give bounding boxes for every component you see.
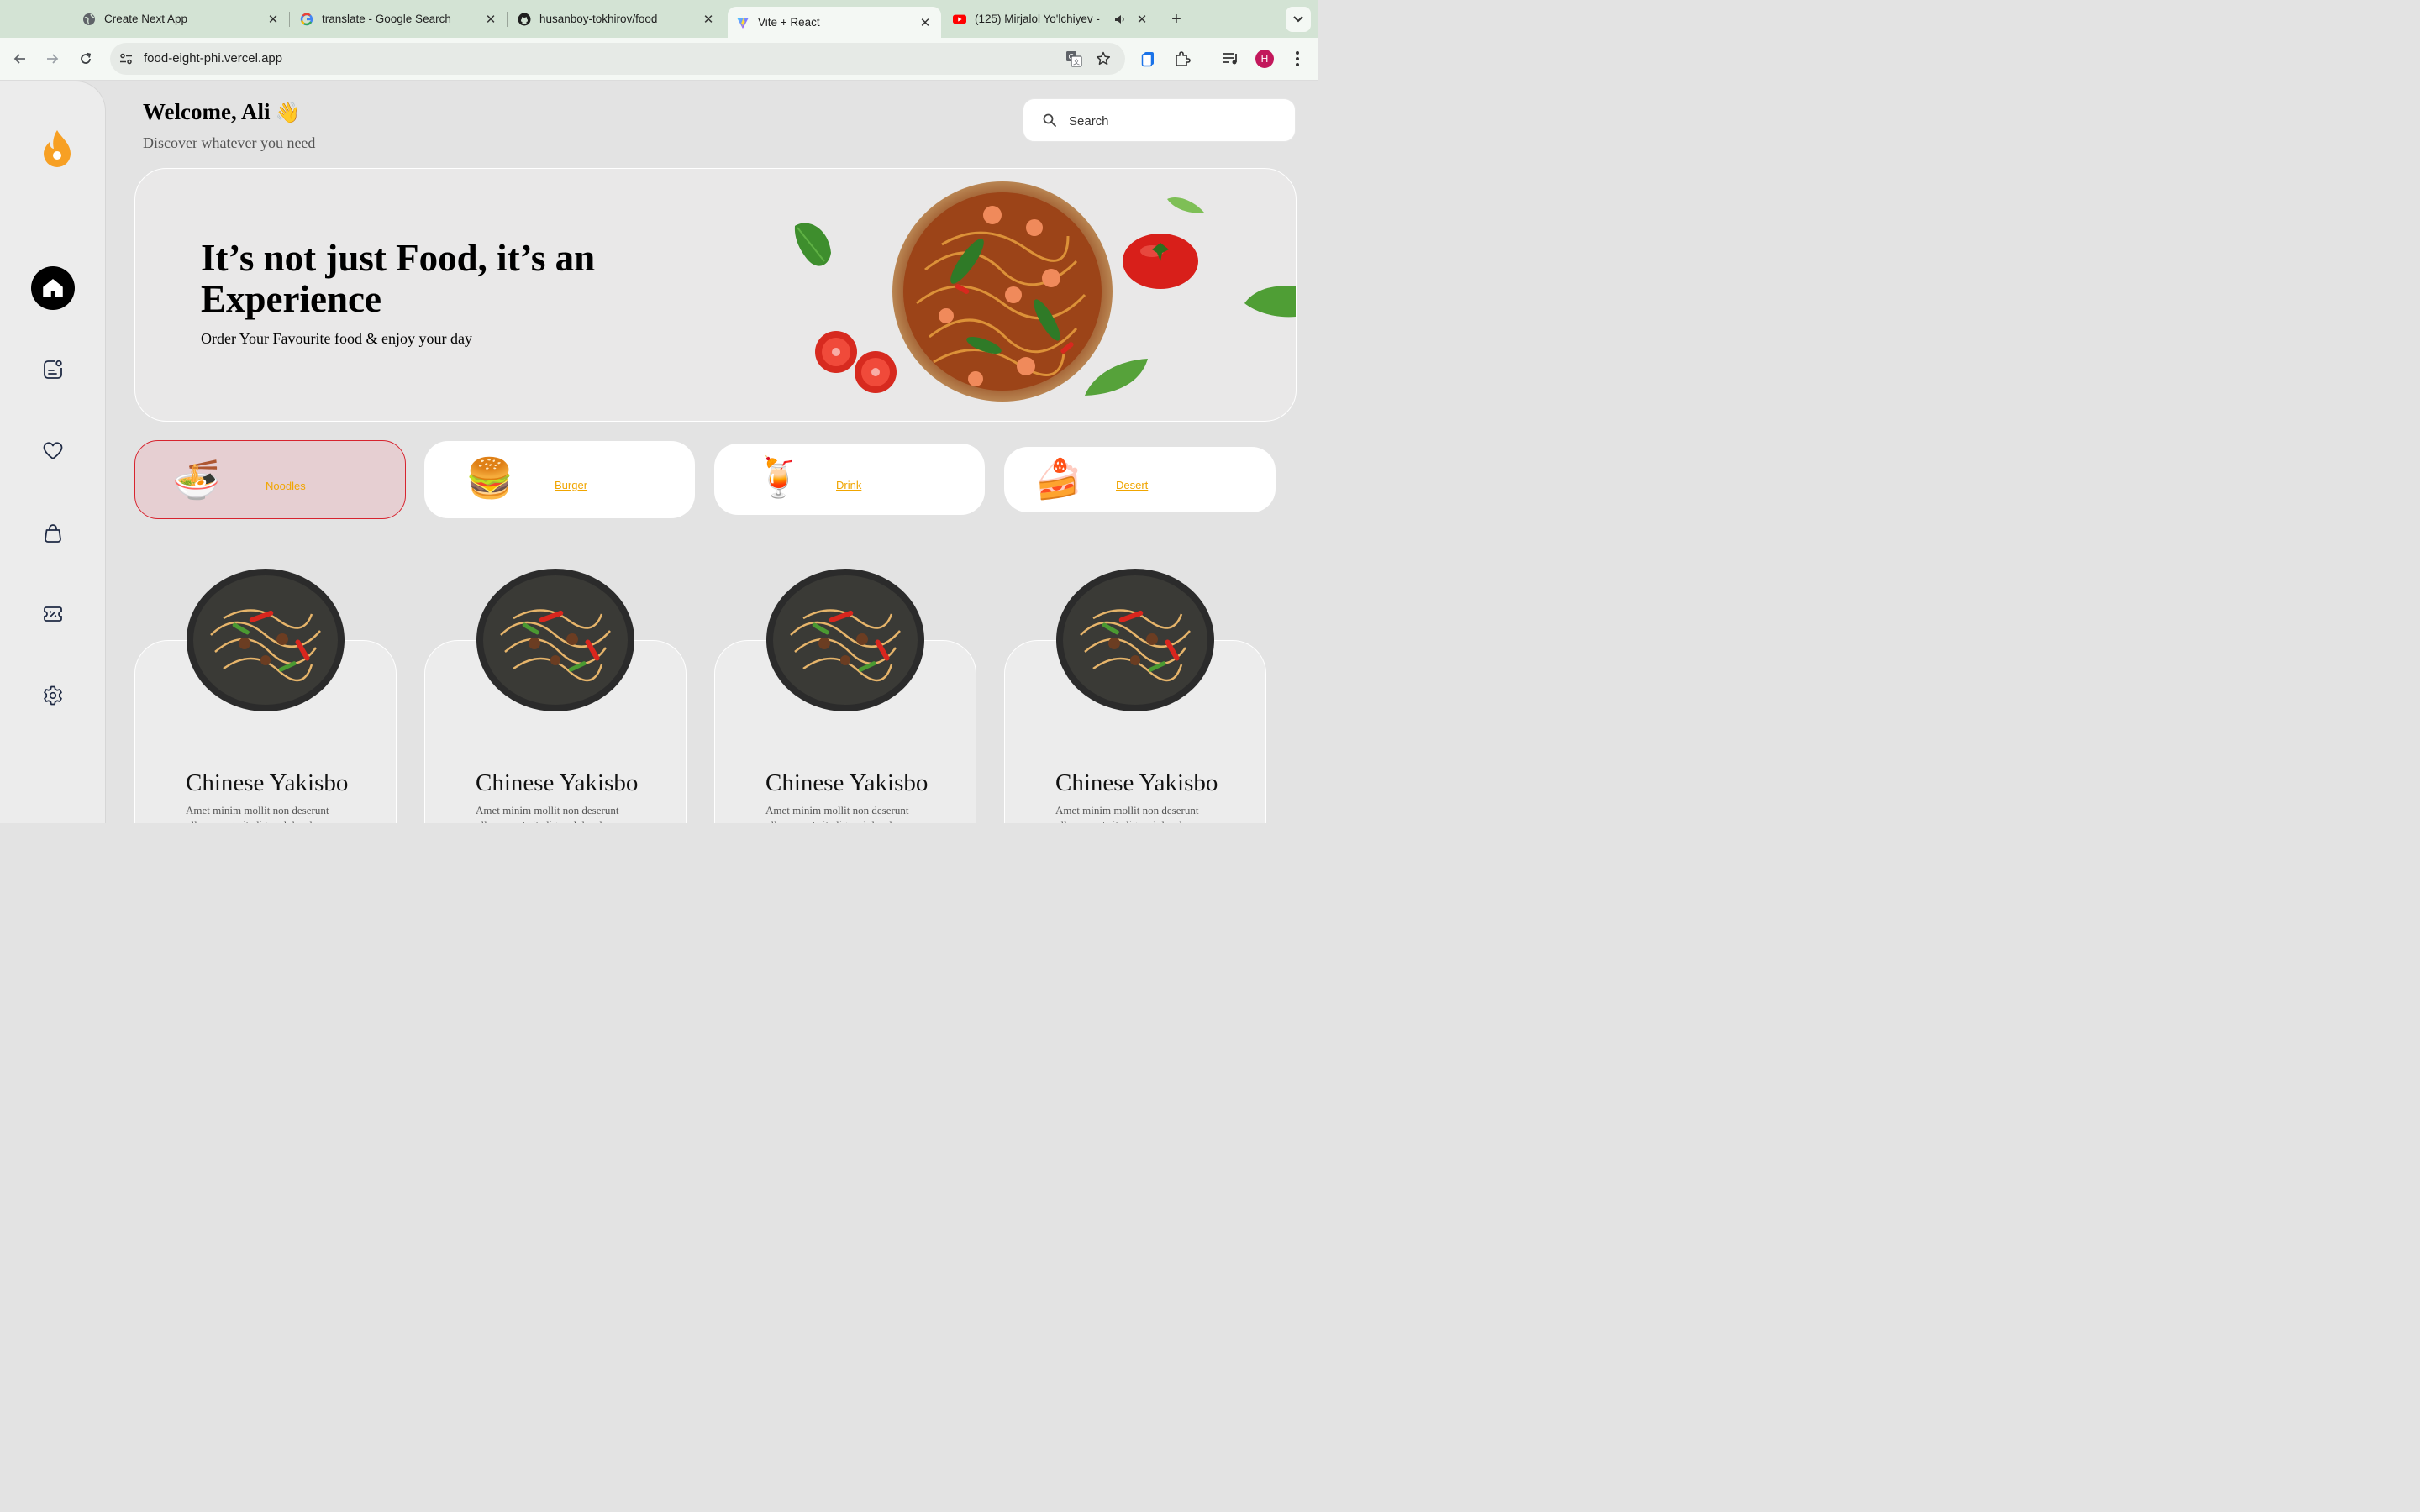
sidebar <box>0 81 106 823</box>
category-noodles[interactable]: 🍜 Noodles <box>134 440 406 519</box>
browser-tab-strip: Create Next App ✕ translate - Google Sea… <box>0 0 1318 38</box>
url-text: food-eight-phi.vercel.app <box>144 51 283 66</box>
product-title: Chinese Yakisbo <box>1055 769 1218 796</box>
category-label[interactable]: Burger <box>555 479 587 491</box>
tab-divider <box>289 12 290 27</box>
welcome-heading: Welcome, Ali 👋 <box>143 99 300 125</box>
search-icon <box>1043 113 1056 127</box>
reload-icon <box>81 52 92 64</box>
new-tab-button[interactable]: + <box>1166 9 1186 29</box>
product-description: Amet minim mollit non deserunt ullamco e… <box>476 804 619 823</box>
tab-create-next-app[interactable]: Create Next App ✕ <box>82 0 281 38</box>
tab-title: translate - Google Search <box>322 13 451 25</box>
translate-icon[interactable]: G文 <box>1065 50 1082 67</box>
svg-text:文: 文 <box>1073 58 1080 66</box>
noodles-emoji: 🍜 <box>172 458 221 501</box>
site-settings-icon[interactable] <box>118 51 134 66</box>
product-title: Chinese Yakisbo <box>186 769 349 796</box>
product-title: Chinese Yakisbo <box>765 769 929 796</box>
waving-hand-emoji: 👋 <box>275 102 301 124</box>
close-tab-icon[interactable]: ✕ <box>918 15 933 30</box>
close-tab-icon[interactable]: ✕ <box>1134 12 1150 27</box>
search-input[interactable] <box>1067 108 1281 134</box>
sidebar-item-favorites[interactable] <box>31 429 75 473</box>
hero-banner: It’s not just Food, it’s an Experience O… <box>134 168 1297 422</box>
close-tab-icon[interactable]: ✕ <box>701 12 716 27</box>
more-menu-icon[interactable] <box>1288 50 1307 68</box>
tab-google-search[interactable]: translate - Google Search ✕ <box>300 0 498 38</box>
yakisoba-plate-image <box>1056 569 1214 711</box>
forward-button[interactable] <box>41 48 63 70</box>
product-description: Amet minim mollit non deserunt ullamco e… <box>1055 804 1199 823</box>
yakisoba-plate-image <box>766 569 924 711</box>
product-description: Amet minim mollit non deserunt ullamco e… <box>186 804 329 823</box>
welcome-text: Welcome, Ali <box>143 99 271 124</box>
category-burger[interactable]: 🍔 Burger <box>424 441 695 518</box>
google-icon <box>300 13 313 26</box>
category-desert[interactable]: 🍰 Desert <box>1004 447 1276 512</box>
app-page: Welcome, Ali 👋 Discover whatever you need… <box>0 81 1318 823</box>
flame-logo-icon <box>40 129 74 169</box>
tab-title: Vite + React <box>758 16 820 29</box>
tab-groups-icon[interactable] <box>1139 50 1158 68</box>
sidebar-item-home[interactable] <box>31 266 75 310</box>
tab-vite-react[interactable]: Vite + React ✕ <box>728 7 941 38</box>
drink-emoji: 🍹 <box>755 455 803 499</box>
chevron-down-icon <box>1293 16 1303 23</box>
heart-icon <box>43 442 63 459</box>
back-button[interactable] <box>9 48 31 70</box>
sidebar-item-orders[interactable] <box>31 348 75 391</box>
home-icon <box>43 279 63 297</box>
close-tab-icon[interactable]: ✕ <box>483 12 498 27</box>
extensions-icon[interactable] <box>1173 50 1192 68</box>
profile-avatar[interactable]: H <box>1255 50 1274 68</box>
bookmark-star-icon[interactable] <box>1095 50 1112 67</box>
github-icon <box>518 13 531 26</box>
sidebar-item-discounts[interactable] <box>31 592 75 636</box>
category-label[interactable]: Noodles <box>266 480 306 492</box>
product-title: Chinese Yakisbo <box>476 769 639 796</box>
cake-emoji: 🍰 <box>1034 457 1083 501</box>
tab-title: Create Next App <box>104 13 188 25</box>
note-icon <box>44 360 62 379</box>
tab-divider <box>507 12 508 27</box>
sidebar-item-cart[interactable] <box>31 512 75 555</box>
bag-icon <box>45 524 61 543</box>
search-box[interactable] <box>1023 98 1296 142</box>
speaker-icon[interactable] <box>1113 12 1128 27</box>
tab-title: (125) Mirjalol Yo'lchiyev - <box>975 13 1100 25</box>
sidebar-item-settings[interactable] <box>31 674 75 717</box>
reload-button[interactable] <box>75 48 97 70</box>
address-bar[interactable]: food-eight-phi.vercel.app G文 <box>110 43 1125 75</box>
tab-title: husanboy-tokhirov/food <box>539 13 658 25</box>
browser-toolbar: food-eight-phi.vercel.app G文 H <box>0 38 1318 81</box>
discount-icon <box>44 606 62 622</box>
product-description: Amet minim mollit non deserunt ullamco e… <box>765 804 909 823</box>
category-label[interactable]: Desert <box>1116 479 1148 491</box>
globe-icon <box>82 13 96 26</box>
gear-icon <box>44 685 62 706</box>
yakisoba-plate-image <box>476 569 634 711</box>
close-tab-icon[interactable]: ✕ <box>266 12 281 27</box>
category-drink[interactable]: 🍹 Drink <box>714 444 985 515</box>
hero-title: It’s not just Food, it’s an Experience <box>201 237 596 320</box>
noodle-bowl-illustration <box>794 181 1296 402</box>
youtube-icon <box>953 13 966 26</box>
media-controls-icon[interactable] <box>1222 50 1240 68</box>
hero-subtitle: Order Your Favourite food & enjoy your d… <box>201 330 472 347</box>
arrow-left-icon <box>13 54 25 64</box>
tab-search-button[interactable] <box>1286 7 1311 32</box>
tab-github[interactable]: husanboy-tokhirov/food ✕ <box>518 0 716 38</box>
vite-icon <box>736 16 750 29</box>
yakisoba-plate-image <box>187 569 345 711</box>
category-label[interactable]: Drink <box>836 479 861 491</box>
arrow-right-icon <box>47 54 59 64</box>
burger-emoji: 🍔 <box>466 456 514 500</box>
welcome-subtitle: Discover whatever you need <box>143 134 316 151</box>
tab-youtube[interactable]: (125) Mirjalol Yo'lchiyev - ✕ <box>953 0 1151 38</box>
